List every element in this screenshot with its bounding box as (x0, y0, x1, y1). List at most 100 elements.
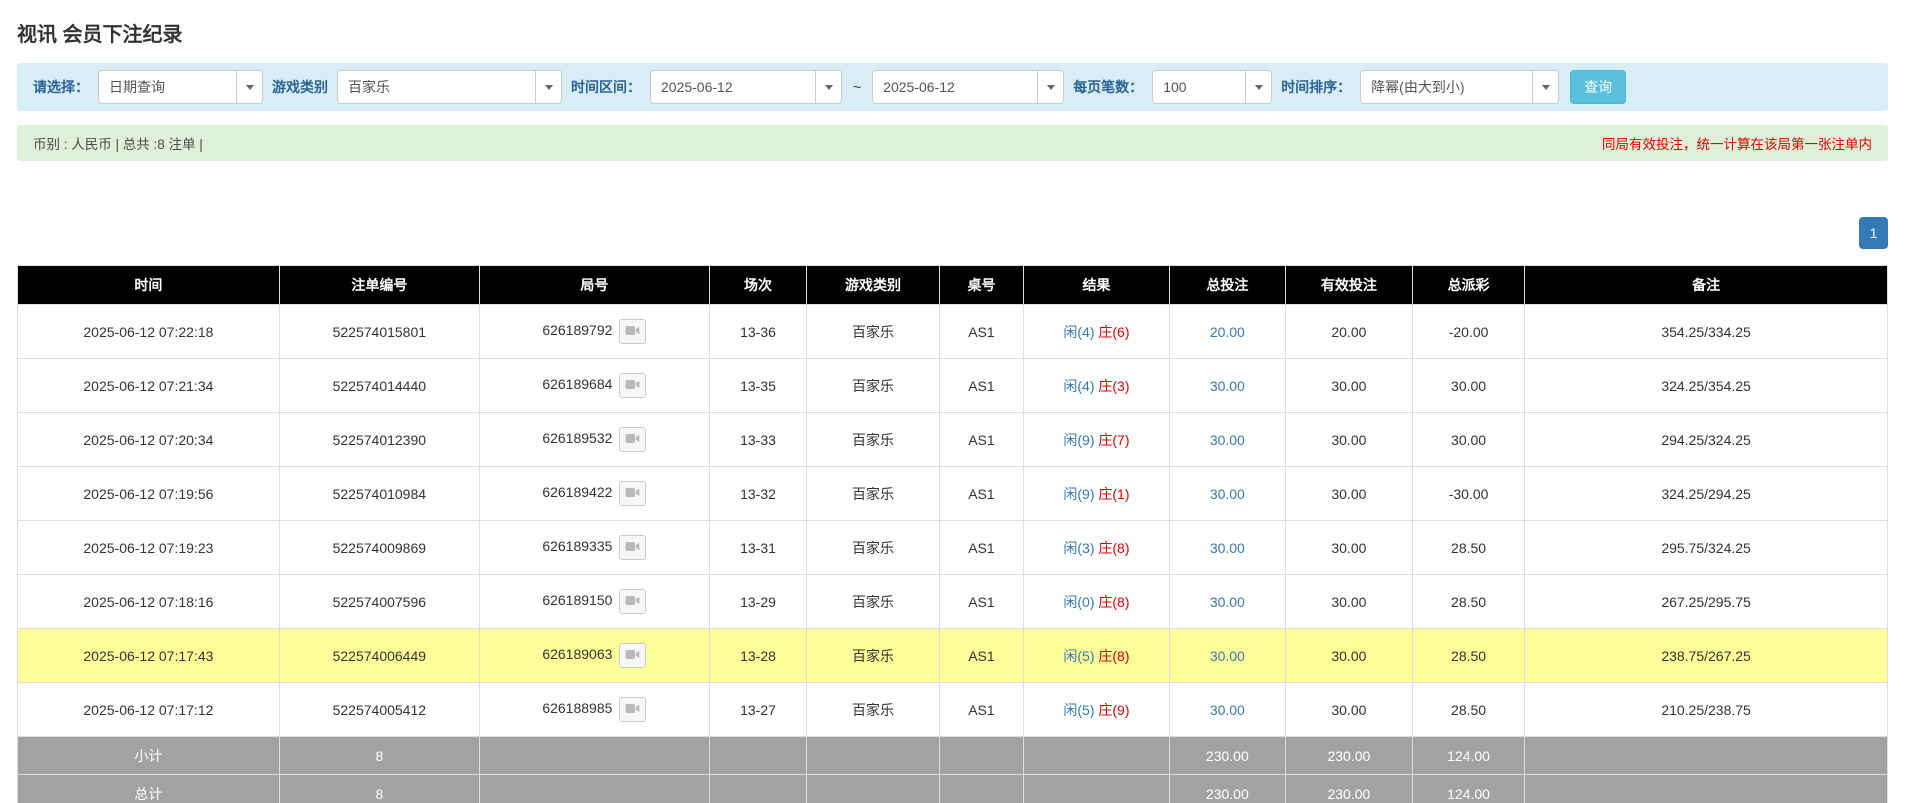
table-footer: 小计 8 230.00 230.00 124.00 总计 8 230.00 23… (17, 736, 1888, 803)
filter-type-dropdown-button[interactable] (236, 70, 263, 104)
cell-round-id: 626189063 (478, 628, 710, 683)
game-type-dropdown-button[interactable] (535, 70, 562, 104)
table-row: 2025-06-12 07:18:16 522574007596 626189150… (17, 574, 1888, 629)
total-row: 总计 8 230.00 230.00 124.00 (17, 774, 1888, 803)
sort-order-select (1360, 70, 1560, 104)
result-player: 闲(3) (1063, 539, 1095, 556)
cell-result: 闲(5) 庄(8) (1023, 628, 1170, 683)
date-to-select (872, 70, 1065, 104)
filter-bar: 请选择： 游戏类别 时间区间： ~ 每页笔数： 时间排序： (17, 63, 1888, 111)
cell-payout: -30.00 (1411, 466, 1526, 521)
total-bet-link[interactable]: 30.00 (1210, 648, 1245, 664)
game-type-input[interactable] (337, 70, 535, 104)
round-id-value: 626188985 (542, 700, 613, 717)
cell-game-type: 百家乐 (806, 520, 940, 575)
chevron-down-icon (544, 84, 553, 90)
col-header-table-no: 桌号 (938, 265, 1025, 305)
date-from-input[interactable] (650, 70, 815, 104)
cell-time: 2025-06-12 07:18:16 (17, 574, 280, 629)
cell-game-type: 百家乐 (806, 466, 940, 521)
col-header-game-type: 游戏类别 (806, 265, 940, 305)
video-replay-button[interactable] (619, 535, 647, 560)
col-header-result: 结果 (1023, 265, 1170, 305)
total-bet-link[interactable]: 30.00 (1210, 540, 1245, 556)
round-id-value: 626189532 (542, 430, 613, 447)
cell-time: 2025-06-12 07:21:34 (17, 358, 280, 413)
total-bet-link[interactable]: 20.00 (1210, 324, 1245, 340)
table-row: 2025-06-12 07:17:43 522574006449 626189063… (17, 628, 1888, 683)
video-replay-button[interactable] (619, 697, 647, 722)
total-total-bet: 230.00 (1168, 774, 1286, 803)
cell-game-type: 百家乐 (806, 358, 940, 413)
subtotal-label: 小计 (17, 736, 280, 775)
result-banker: 庄(8) (1098, 539, 1130, 556)
date-range-separator: ~ (853, 79, 862, 95)
total-bet-link[interactable]: 30.00 (1210, 702, 1245, 718)
result-banker: 庄(6) (1098, 323, 1130, 340)
video-replay-button[interactable] (619, 643, 647, 668)
cell-session: 13-32 (708, 466, 808, 521)
total-bet-link[interactable]: 30.00 (1210, 378, 1245, 394)
table-header: 时间 注单编号 局号 场次 游戏类别 桌号 结果 总投注 有效投注 总派彩 备注 (17, 265, 1888, 305)
col-header-bet-id: 注单编号 (278, 265, 480, 305)
result-player: 闲(5) (1063, 647, 1095, 664)
cell-total-bet: 30.00 (1168, 466, 1286, 521)
sort-order-input[interactable] (1360, 70, 1533, 104)
cell-valid-bet: 30.00 (1284, 466, 1413, 521)
cell-result: 闲(5) 庄(9) (1023, 682, 1170, 737)
video-replay-button[interactable] (619, 373, 647, 398)
cell-round-id: 626189532 (478, 412, 710, 467)
cell-table-no: AS1 (938, 574, 1025, 629)
date-from-dropdown-button[interactable] (815, 70, 842, 104)
records-table: 时间 注单编号 局号 场次 游戏类别 桌号 结果 总投注 有效投注 总派彩 备注… (17, 265, 1888, 803)
sort-order-dropdown-button[interactable] (1532, 70, 1560, 104)
video-replay-icon (625, 594, 640, 610)
total-valid-bet: 230.00 (1284, 774, 1413, 803)
cell-table-no: AS1 (938, 466, 1025, 521)
cell-result: 闲(3) 庄(8) (1023, 520, 1170, 575)
page-size-input[interactable] (1152, 70, 1246, 104)
cell-bet-id: 522574009869 (278, 520, 480, 575)
subtotal-row: 小计 8 230.00 230.00 124.00 (17, 736, 1888, 775)
video-replay-icon (625, 432, 640, 448)
col-header-valid-bet: 有效投注 (1284, 265, 1413, 305)
cell-valid-bet: 30.00 (1284, 520, 1413, 575)
total-bet-link[interactable]: 30.00 (1210, 594, 1245, 610)
game-type-select (337, 70, 562, 104)
cell-payout: 30.00 (1411, 412, 1526, 467)
cell-bet-id: 522574010984 (278, 466, 480, 521)
col-header-remark: 备注 (1524, 265, 1888, 305)
cell-session: 13-27 (708, 682, 808, 737)
date-to-input[interactable] (872, 70, 1038, 104)
video-replay-button[interactable] (619, 589, 647, 614)
cell-remark: 324.25/294.25 (1524, 466, 1888, 521)
table-row: 2025-06-12 07:21:34 522574014440 626189684… (17, 358, 1888, 413)
result-player: 闲(5) (1063, 701, 1095, 718)
video-replay-button[interactable] (619, 427, 647, 452)
date-to-dropdown-button[interactable] (1037, 70, 1065, 104)
search-button[interactable]: 查询 (1570, 70, 1627, 104)
page-number-button[interactable]: 1 (1859, 217, 1888, 249)
cell-time: 2025-06-12 07:17:43 (17, 628, 280, 683)
total-bet-link[interactable]: 30.00 (1210, 486, 1245, 502)
round-id-value: 626189684 (542, 376, 613, 393)
col-header-payout: 总派彩 (1411, 265, 1526, 305)
cell-table-no: AS1 (938, 412, 1025, 467)
video-replay-button[interactable] (619, 481, 647, 506)
cell-round-id: 626189150 (478, 574, 710, 629)
cell-payout: 30.00 (1411, 358, 1526, 413)
cell-time: 2025-06-12 07:17:12 (17, 682, 280, 737)
page-size-dropdown-button[interactable] (1245, 70, 1273, 104)
cell-time: 2025-06-12 07:19:56 (17, 466, 280, 521)
sort-order-label: 时间排序： (1281, 79, 1352, 95)
filter-type-input[interactable] (98, 70, 236, 104)
table-row: 2025-06-12 07:20:34 522574012390 626189532… (17, 412, 1888, 467)
total-bet-link[interactable]: 30.00 (1210, 432, 1245, 448)
video-replay-button[interactable] (619, 319, 647, 344)
subtotal-total-bet: 230.00 (1168, 736, 1286, 775)
round-id-value: 626189063 (542, 646, 613, 663)
video-replay-icon (625, 378, 640, 394)
col-header-time: 时间 (17, 265, 280, 305)
video-replay-icon (625, 648, 640, 664)
page-size-select (1152, 70, 1273, 104)
